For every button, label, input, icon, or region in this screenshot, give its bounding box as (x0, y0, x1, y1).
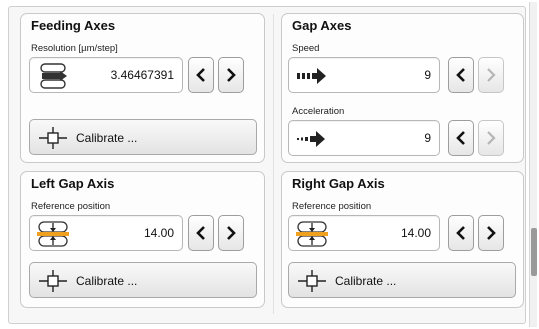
left-gap-axis-panel: Left Gap Axis Reference position 14.00 C… (20, 171, 265, 308)
chevron-left-icon (196, 68, 205, 82)
calibrate-label: Calibrate ... (76, 274, 138, 288)
speed-increment-button[interactable] (478, 57, 504, 93)
feeding-calibrate-button[interactable]: Calibrate ... (29, 119, 257, 155)
speed-label: Speed (292, 43, 320, 54)
crosshair-icon (39, 127, 67, 149)
reference-position-value: 14.00 (143, 226, 174, 240)
reference-decrement-button[interactable] (448, 215, 474, 251)
reference-position-label: Reference position (31, 201, 111, 212)
right-gap-axis-panel: Right Gap Axis Reference position 14.00 … (281, 171, 524, 308)
reference-position-field[interactable]: 14.00 (29, 215, 183, 251)
acceleration-label: Acceleration (292, 106, 345, 117)
acceleration-value: 9 (424, 131, 431, 145)
acceleration-increment-button[interactable] (478, 120, 504, 156)
gap-axes-panel: Gap Axes Speed 9 Acceleration 9 (281, 13, 524, 163)
panel-title: Right Gap Axis (292, 176, 385, 191)
panel-title: Feeding Axes (31, 18, 116, 33)
speed-value: 9 (424, 68, 431, 82)
calibrate-label: Calibrate ... (335, 274, 397, 288)
chevron-left-icon (456, 226, 465, 240)
speed-decrement-button[interactable] (448, 57, 474, 93)
gap-reference-icon (37, 221, 69, 247)
chevron-left-icon (456, 68, 465, 82)
speed-arrow-icon (297, 68, 326, 84)
chevron-left-icon (196, 226, 205, 240)
crosshair-icon (298, 270, 326, 292)
chevron-right-icon (487, 131, 496, 145)
chevron-right-icon (227, 226, 236, 240)
reference-position-label: Reference position (292, 201, 372, 212)
crosshair-icon (39, 270, 67, 292)
chevron-left-icon (456, 131, 465, 145)
resolution-field[interactable]: 3.46467391 (29, 57, 183, 93)
speed-field[interactable]: 9 (288, 57, 440, 93)
acceleration-field[interactable]: 9 (288, 120, 440, 156)
column-separator (273, 14, 274, 314)
resolution-increment-button[interactable] (218, 57, 244, 93)
reference-decrement-button[interactable] (188, 215, 214, 251)
chevron-right-icon (227, 68, 236, 82)
panel-title: Left Gap Axis (31, 176, 115, 191)
left-gap-calibrate-button[interactable]: Calibrate ... (29, 262, 257, 298)
resolution-label: Resolution [µm/step] (31, 43, 118, 54)
reference-position-value: 14.00 (400, 226, 431, 240)
gap-reference-icon (296, 221, 328, 247)
resolution-decrement-button[interactable] (188, 57, 214, 93)
reference-position-field[interactable]: 14.00 (288, 215, 440, 251)
rollers-icon (40, 63, 67, 89)
reference-increment-button[interactable] (478, 215, 504, 251)
acceleration-arrow-icon (297, 131, 325, 147)
calibrate-label: Calibrate ... (76, 131, 138, 145)
reference-increment-button[interactable] (218, 215, 244, 251)
right-gap-calibrate-button[interactable]: Calibrate ... (288, 262, 516, 298)
chevron-right-icon (487, 68, 496, 82)
chevron-right-icon (487, 226, 496, 240)
scrollbar-thumb[interactable] (531, 228, 537, 276)
feeding-axes-panel: Feeding Axes Resolution [µm/step] 3.4646… (20, 13, 265, 163)
resolution-value: 3.46467391 (110, 68, 174, 82)
acceleration-decrement-button[interactable] (448, 120, 474, 156)
panel-title: Gap Axes (292, 18, 352, 33)
vertical-scrollbar[interactable] (529, 2, 537, 327)
